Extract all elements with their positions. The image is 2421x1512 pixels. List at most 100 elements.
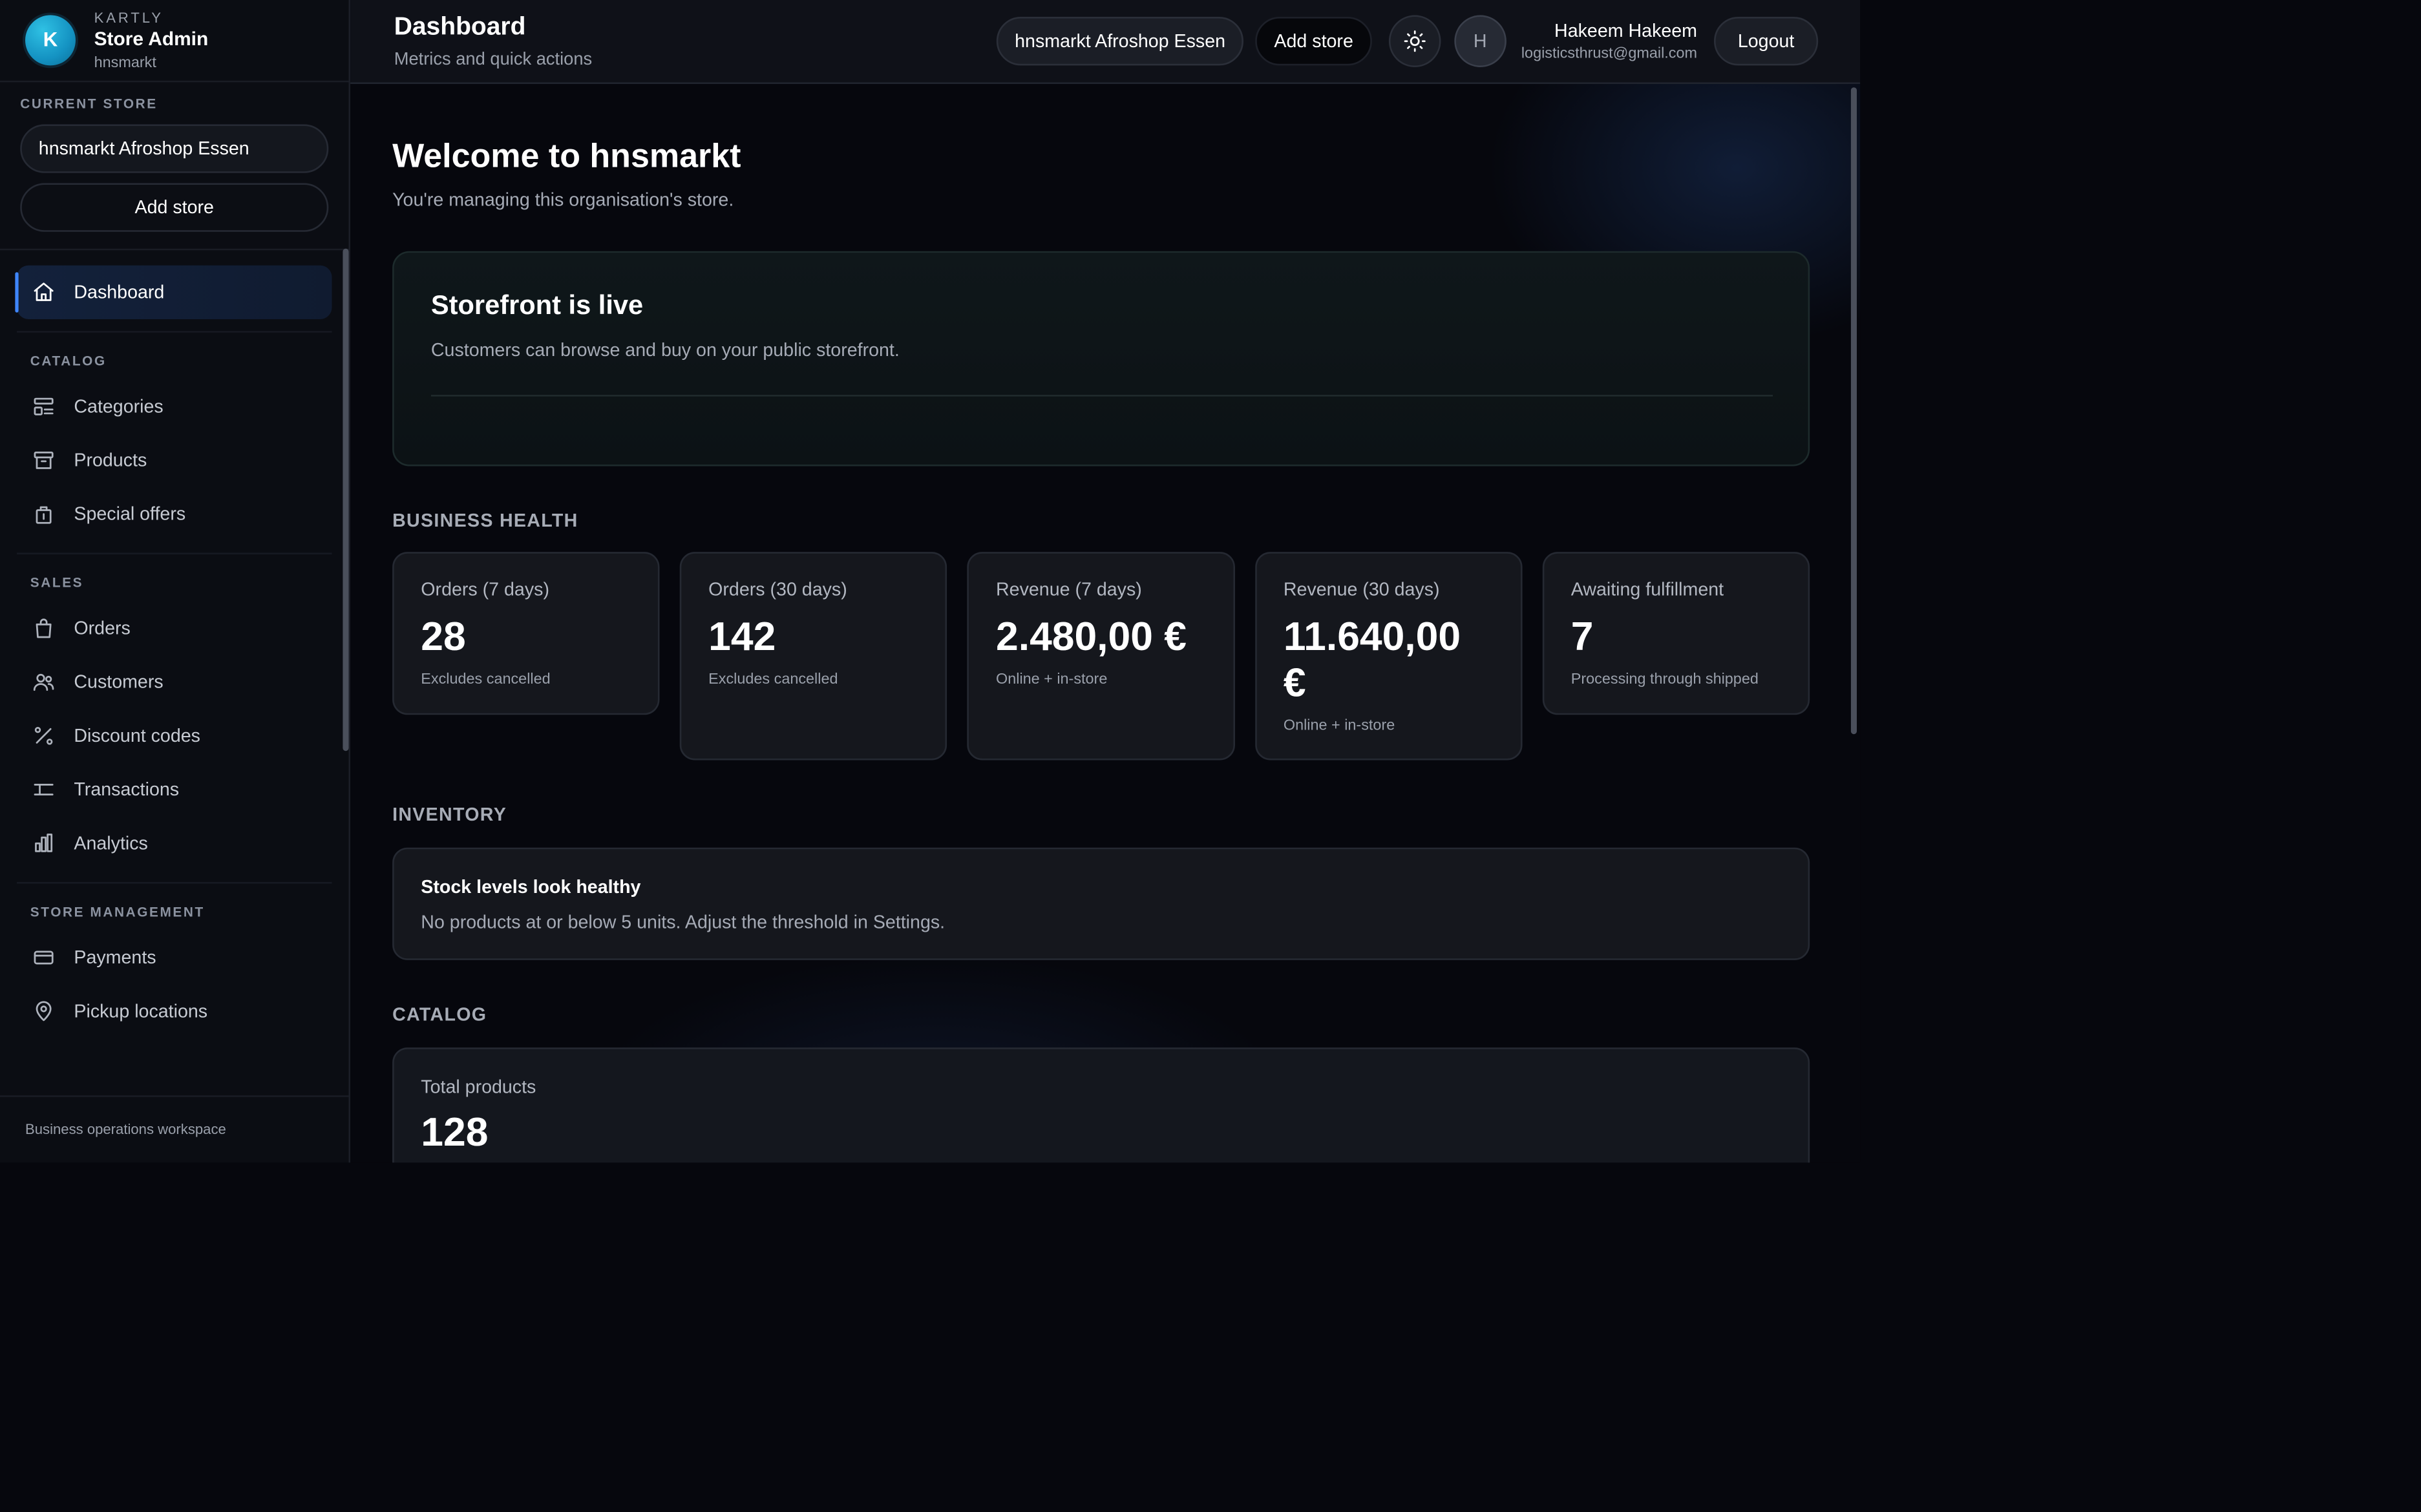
metric-note: Online + in-store	[996, 670, 1108, 688]
brand-subtitle: hnsmarkt	[94, 53, 156, 70]
user-info: Hakeem Hakeem logisticsthrust@gmail.com	[1521, 20, 1697, 63]
metric-note: Excludes cancelled	[708, 670, 838, 688]
metric-label: Orders (30 days)	[708, 578, 847, 600]
sidebar-item-categories[interactable]: Categories	[17, 380, 332, 434]
logout-button[interactable]: Logout	[1714, 17, 1819, 66]
storefront-status-description: Customers can browse and buy on your pub…	[430, 339, 900, 361]
sidebar-item-orders[interactable]: Orders	[17, 602, 332, 655]
percent-icon	[34, 726, 53, 745]
total-products-card: Total products 128	[392, 1047, 1810, 1163]
business-health-metrics: Orders (7 days) 28 Excludes cancelled Or…	[392, 552, 1810, 761]
sidebar-item-label: Analytics	[74, 832, 148, 854]
nav-group-sales: SALES Orders Customers Discount codes Tr…	[17, 552, 332, 870]
metric-label: Revenue (7 days)	[996, 578, 1142, 600]
user-email: logisticsthrust@gmail.com	[1521, 44, 1697, 61]
current-store-block: CURRENT STORE hnsmarkt Afroshop Essen Ad…	[0, 82, 349, 251]
sidebar-item-products[interactable]: Products	[17, 434, 332, 487]
nav-group-label: STORE MANAGEMENT	[30, 905, 205, 920]
brand-logo: K	[25, 15, 76, 66]
metric-card-awaiting-fulfillment: Awaiting fulfillment 7 Processing throug…	[1542, 552, 1810, 715]
sidebar-item-label: Customers	[74, 671, 164, 693]
welcome-subtitle: You're managing this organisation's stor…	[392, 189, 734, 211]
add-store-button[interactable]: Add store	[1255, 17, 1372, 66]
total-products-label: Total products	[421, 1076, 536, 1097]
nav-group-label: CATALOG	[30, 354, 107, 369]
user-name: Hakeem Hakeem	[1554, 19, 1697, 41]
nav-group-label: SALES	[30, 576, 84, 591]
main-scrollbar[interactable]	[1850, 87, 1857, 735]
theme-toggle-button[interactable]	[1388, 15, 1441, 67]
sidebar-item-label: Dashboard	[74, 281, 165, 302]
inventory-title: INVENTORY	[392, 804, 507, 825]
divider	[430, 395, 1773, 397]
metric-value: 7	[1570, 614, 1594, 660]
sidebar-nav: Dashboard CATALOG Categories Products Sp…	[0, 250, 349, 1038]
dashboard-content: Welcome to hnsmarkt You're managing this…	[392, 84, 1810, 1163]
metric-note: Excludes cancelled	[421, 670, 551, 688]
sidebar-item-special-offers[interactable]: Special offers	[17, 487, 332, 541]
sidebar-item-pickup-locations[interactable]: Pickup locations	[17, 985, 332, 1038]
metric-value: 11.640,00 €	[1283, 614, 1461, 706]
sidebar-item-label: Pickup locations	[74, 1000, 208, 1022]
user-avatar[interactable]: H	[1454, 15, 1507, 67]
inventory-status-title: Stock levels look healthy	[421, 876, 641, 898]
users-icon	[33, 673, 54, 691]
sidebar-item-analytics[interactable]: Analytics	[17, 817, 332, 870]
metric-note: Online + in-store	[1283, 717, 1395, 734]
store-switcher-button[interactable]: hnsmarkt Afroshop Essen	[996, 17, 1244, 66]
categories-icon	[34, 397, 54, 415]
sidebar-scrollbar[interactable]	[343, 248, 349, 751]
brand-kicker: KARTLY	[94, 10, 164, 26]
sidebar-item-label: Transactions	[74, 779, 180, 800]
gift-icon	[36, 506, 52, 524]
bar-chart-icon	[35, 834, 53, 852]
sidebar-item-dashboard[interactable]: Dashboard	[15, 265, 332, 319]
brand-title: Store Admin	[94, 28, 209, 50]
sidebar-item-customers[interactable]: Customers	[17, 655, 332, 709]
metric-value: 142	[708, 614, 776, 660]
sidebar: K KARTLY Store Admin hnsmarkt CURRENT ST…	[0, 0, 351, 1163]
metric-label: Revenue (30 days)	[1283, 578, 1440, 600]
sidebar-item-label: Orders	[74, 617, 131, 638]
metric-card-orders-7-days: Orders (7 days) 28 Excludes cancelled	[392, 552, 660, 715]
sidebar-footer: Business operations workspace	[0, 1095, 349, 1162]
sidebar-add-store-button[interactable]: Add store	[20, 183, 329, 232]
transfer-icon	[34, 784, 54, 795]
map-pin-icon	[36, 1001, 52, 1022]
total-products-value: 128	[421, 1110, 489, 1155]
shopping-bag-icon	[36, 618, 52, 638]
metric-label: Orders (7 days)	[421, 578, 549, 600]
inventory-status-text: No products at or below 5 units. Adjust …	[421, 911, 946, 933]
sidebar-item-label: Payments	[74, 947, 156, 968]
box-icon	[34, 451, 54, 469]
nav-group-catalog: CATALOG Categories Products Special offe…	[17, 331, 332, 541]
storefront-status-title: Storefront is live	[430, 289, 644, 320]
current-store-select[interactable]: hnsmarkt Afroshop Essen	[20, 124, 329, 173]
inventory-status-card: Stock levels look healthy No products at…	[392, 847, 1810, 960]
top-bar: Dashboard Metrics and quick actions hnsm…	[350, 0, 1861, 84]
metric-value: 28	[421, 614, 466, 660]
nav-group-store-management: STORE MANAGEMENT Payments Pickup locatio…	[17, 882, 332, 1038]
metric-value: 2.480,00 €	[996, 614, 1187, 660]
page-subtitle: Metrics and quick actions	[394, 49, 593, 69]
sidebar-item-label: Categories	[74, 395, 164, 417]
metric-card-revenue-30-days: Revenue (30 days) 11.640,00 € Online + i…	[1254, 552, 1523, 761]
credit-card-icon	[34, 950, 54, 965]
catalog-title: CATALOG	[392, 1003, 487, 1025]
metric-label: Awaiting fulfillment	[1570, 578, 1724, 600]
brand-header: K KARTLY Store Admin hnsmarkt	[0, 0, 349, 83]
main-area: Dashboard Metrics and quick actions hnsm…	[350, 0, 1861, 1163]
storefront-status-card: Storefront is live Customers can browse …	[392, 251, 1810, 467]
home-icon	[34, 282, 54, 301]
sidebar-item-label: Discount codes	[74, 724, 200, 746]
page-title: Dashboard	[394, 12, 526, 41]
sidebar-item-transactions[interactable]: Transactions	[17, 762, 332, 816]
metric-note: Processing through shipped	[1570, 670, 1759, 688]
business-health-title: BUSINESS HEALTH	[392, 510, 578, 531]
sidebar-item-discount-codes[interactable]: Discount codes	[17, 709, 332, 762]
sun-icon	[1404, 30, 1426, 52]
current-store-label: CURRENT STORE	[20, 97, 158, 112]
welcome-title: Welcome to hnsmarkt	[392, 138, 741, 175]
sidebar-item-payments[interactable]: Payments	[17, 930, 332, 984]
metric-card-revenue-7-days: Revenue (7 days) 2.480,00 € Online + in-…	[967, 552, 1235, 761]
